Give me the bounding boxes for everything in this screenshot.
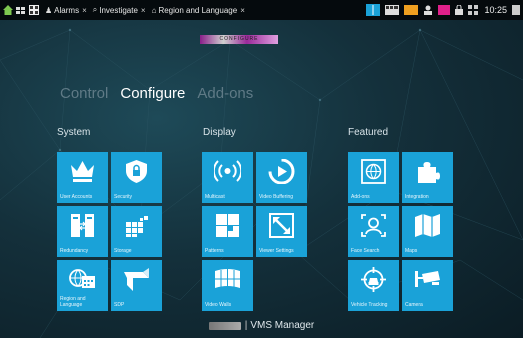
tile-maps[interactable]: Maps [402,206,453,257]
section-title-system: System [57,127,91,138]
tab-configure[interactable]: Configure [120,85,185,102]
tile-integration[interactable]: Integration [402,152,453,203]
tile-label: User Accounts [60,194,93,200]
globe-calendar-icon [69,269,95,288]
tile-camera[interactable]: Camera [402,260,453,311]
top-taskbar: ♟ Alarms × ⌕ Investigate × ⌂ Region and … [0,0,523,20]
tile-label: Storage [114,248,132,254]
tile-label: Video Buffering [259,194,294,200]
tile-label: Redundancy [60,248,89,254]
tile-user-accounts[interactable]: User Accounts [57,152,108,203]
tile-label: SDP [114,302,125,308]
footer: | VMS Manager [0,320,523,331]
tile-vehicle-tracking[interactable]: Vehicle Tracking [348,260,399,311]
security-camera-icon [415,271,440,287]
map-icon [415,214,440,237]
investigate-icon: ⌕ [92,5,98,14]
mode-tabs: Control Configure Add-ons [60,85,265,102]
close-icon[interactable]: × [141,6,146,15]
tile-region-and-language[interactable]: Region and Language [57,260,108,311]
clock: 10:25 [484,5,507,15]
section-title-featured: Featured [348,127,389,138]
layout-icon[interactable] [29,5,39,15]
tile-multicast[interactable]: Multicast [202,152,253,203]
patterns-icon [216,214,239,237]
tile-label: Multicast [205,194,225,200]
tile-label: Video Walls [205,302,232,308]
home-icon[interactable] [3,5,13,15]
expand-arrows-icon [269,213,294,238]
add-ons-icon [361,159,386,184]
alert-badge-icon[interactable] [404,5,419,15]
section-title-display: Display [203,127,236,138]
redundancy-icon [71,214,94,237]
lock-icon[interactable] [455,5,464,15]
tile-label: Region and Language [60,296,86,308]
header-badge: CONFIGURE [200,35,278,44]
app-name: VMS Manager [250,320,315,331]
tab-investigate[interactable]: ⌕ Investigate × [93,5,146,15]
vehicle-tracking-icon [361,267,386,292]
user-accounts-icon [71,161,94,182]
taskbar-tray: 10:25 [361,0,523,20]
tile-add-ons[interactable]: Add-ons [348,152,399,203]
tab-label: Region and Language [158,5,238,15]
user-icon[interactable] [423,5,433,15]
puzzle-icon [418,162,440,183]
tile-viewer-settings[interactable]: Viewer Settings [256,206,307,257]
tile-storage[interactable]: Storage [111,206,162,257]
tile-security[interactable]: Security [111,152,162,203]
tile-label: Integration [405,194,429,200]
sdp-icon [124,268,149,291]
tile-patterns[interactable]: Patterns [202,206,253,257]
tile-label: Security [114,194,133,200]
tab-alarms[interactable]: ♟ Alarms × [45,6,87,15]
tab-label: Investigate [99,5,138,15]
tile-label: Vehicle Tracking [351,302,388,308]
book-icon[interactable] [366,4,381,16]
alarm-icon: ♟ [45,5,53,15]
tile-video-walls[interactable]: Video Walls [202,260,253,311]
tile-redundancy[interactable]: Redundancy [57,206,108,257]
tile-label: Maps [405,248,418,254]
tab-label: Alarms [54,5,80,15]
close-icon[interactable]: × [82,6,87,15]
tile-label: Patterns [205,248,224,254]
region-icon: ⌂ [151,5,157,15]
window-menu-icon[interactable] [512,5,520,15]
tile-label: Add-ons [351,194,370,200]
tile-label: Viewer Settings [259,248,294,254]
brand-logo [208,321,241,330]
tile-label: Camera [405,302,423,308]
multicast-icon [214,160,241,182]
tile-face-search[interactable]: Face Search [348,206,399,257]
tab-control[interactable]: Control [60,85,108,102]
notification-icon[interactable] [438,5,451,15]
footer-separator: | [244,320,248,331]
grid-view-icon[interactable] [16,5,26,15]
tile-video-buffering[interactable]: Video Buffering [256,152,307,203]
tile-label: Face Search [351,248,380,254]
storage-icon [126,216,148,237]
tile-sdp[interactable]: SDP [111,260,162,311]
face-search-icon [361,214,386,237]
close-icon[interactable]: × [240,6,245,15]
video-buffering-icon [268,159,295,184]
fullscreen-icon[interactable] [468,5,479,15]
tab-add-ons[interactable]: Add-ons [197,85,253,102]
monitor-grid-icon[interactable] [385,5,400,15]
tab-region-and-language[interactable]: ⌂ Region and Language × [152,6,245,15]
shield-icon [126,160,147,183]
video-wall-icon [215,269,240,288]
